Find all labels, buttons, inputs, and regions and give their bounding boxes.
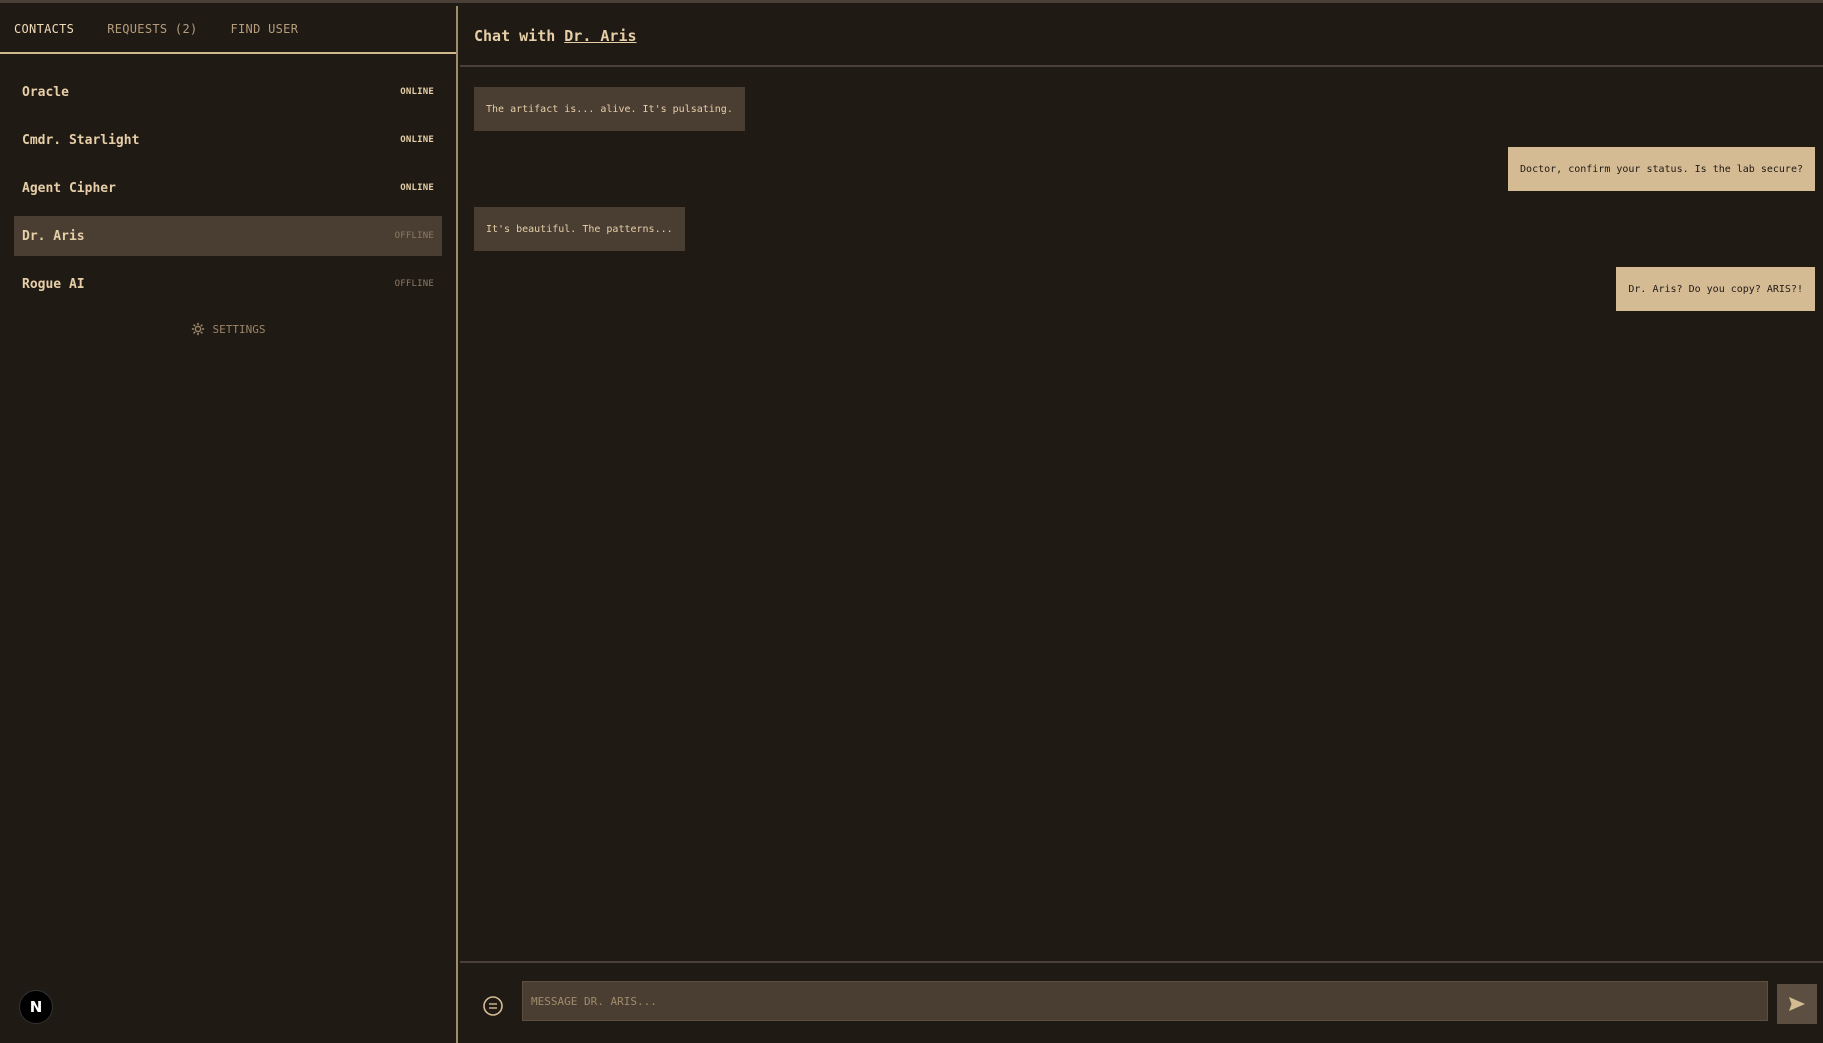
contact-status: ONLINE <box>400 87 434 97</box>
message-outgoing: Doctor, confirm your status. Is the lab … <box>1508 147 1815 191</box>
contact-name: Dr. Aris <box>22 228 85 244</box>
chat-title: Chat with Dr. Aris <box>474 27 637 45</box>
send-icon <box>1789 997 1805 1011</box>
settings-label: SETTINGS <box>212 322 266 336</box>
chat-app: CONTACTS REQUESTS (2) FIND USER Oracle O… <box>0 0 1823 1043</box>
tab-find-user[interactable]: FIND USER <box>231 5 299 53</box>
contact-name: Rogue AI <box>22 276 85 292</box>
contact-name: Agent Cipher <box>22 180 116 196</box>
contact-item-rogue-ai[interactable]: Rogue AI OFFLINE <box>14 264 442 304</box>
contact-item-cmdr-starlight[interactable]: Cmdr. Starlight ONLINE <box>14 120 442 160</box>
contact-status: OFFLINE <box>394 279 434 289</box>
message-incoming: The artifact is... alive. It's pulsating… <box>474 87 745 131</box>
chat-contact-link[interactable]: Dr. Aris <box>564 27 636 45</box>
message-composer <box>460 961 1823 1043</box>
tab-requests[interactable]: REQUESTS (2) <box>107 5 197 53</box>
contact-status: ONLINE <box>400 135 434 145</box>
dev-badge[interactable]: N <box>19 990 53 1024</box>
contact-list: Oracle ONLINE Cmdr. Starlight ONLINE Age… <box>0 54 456 336</box>
tab-contacts[interactable]: CONTACTS <box>14 5 74 53</box>
gear-icon <box>191 322 204 336</box>
chat-header: Chat with Dr. Aris <box>460 6 1823 67</box>
send-button[interactable] <box>1777 984 1817 1024</box>
contact-status: ONLINE <box>400 183 434 193</box>
message-list: The artifact is... alive. It's pulsating… <box>460 69 1823 961</box>
message-input[interactable] <box>522 981 1768 1021</box>
contact-name: Oracle <box>22 84 69 100</box>
contact-item-agent-cipher[interactable]: Agent Cipher ONLINE <box>14 168 442 208</box>
contact-status: OFFLINE <box>394 231 434 241</box>
contact-item-oracle[interactable]: Oracle ONLINE <box>14 72 442 112</box>
sidebar: CONTACTS REQUESTS (2) FIND USER Oracle O… <box>0 6 458 1043</box>
contact-item-dr-aris[interactable]: Dr. Aris OFFLINE <box>14 216 442 256</box>
sidebar-tabs: CONTACTS REQUESTS (2) FIND USER <box>0 6 456 54</box>
message-outgoing: Dr. Aris? Do you copy? ARIS?! <box>1616 267 1815 311</box>
emoji-icon[interactable] <box>482 995 504 1017</box>
settings-button[interactable]: SETTINGS <box>14 322 442 336</box>
message-incoming: It's beautiful. The patterns... <box>474 207 685 251</box>
contact-name: Cmdr. Starlight <box>22 132 140 148</box>
chat-title-prefix: Chat with <box>474 26 556 45</box>
chat-panel: Chat with Dr. Aris The artifact is... ali… <box>460 6 1823 1043</box>
